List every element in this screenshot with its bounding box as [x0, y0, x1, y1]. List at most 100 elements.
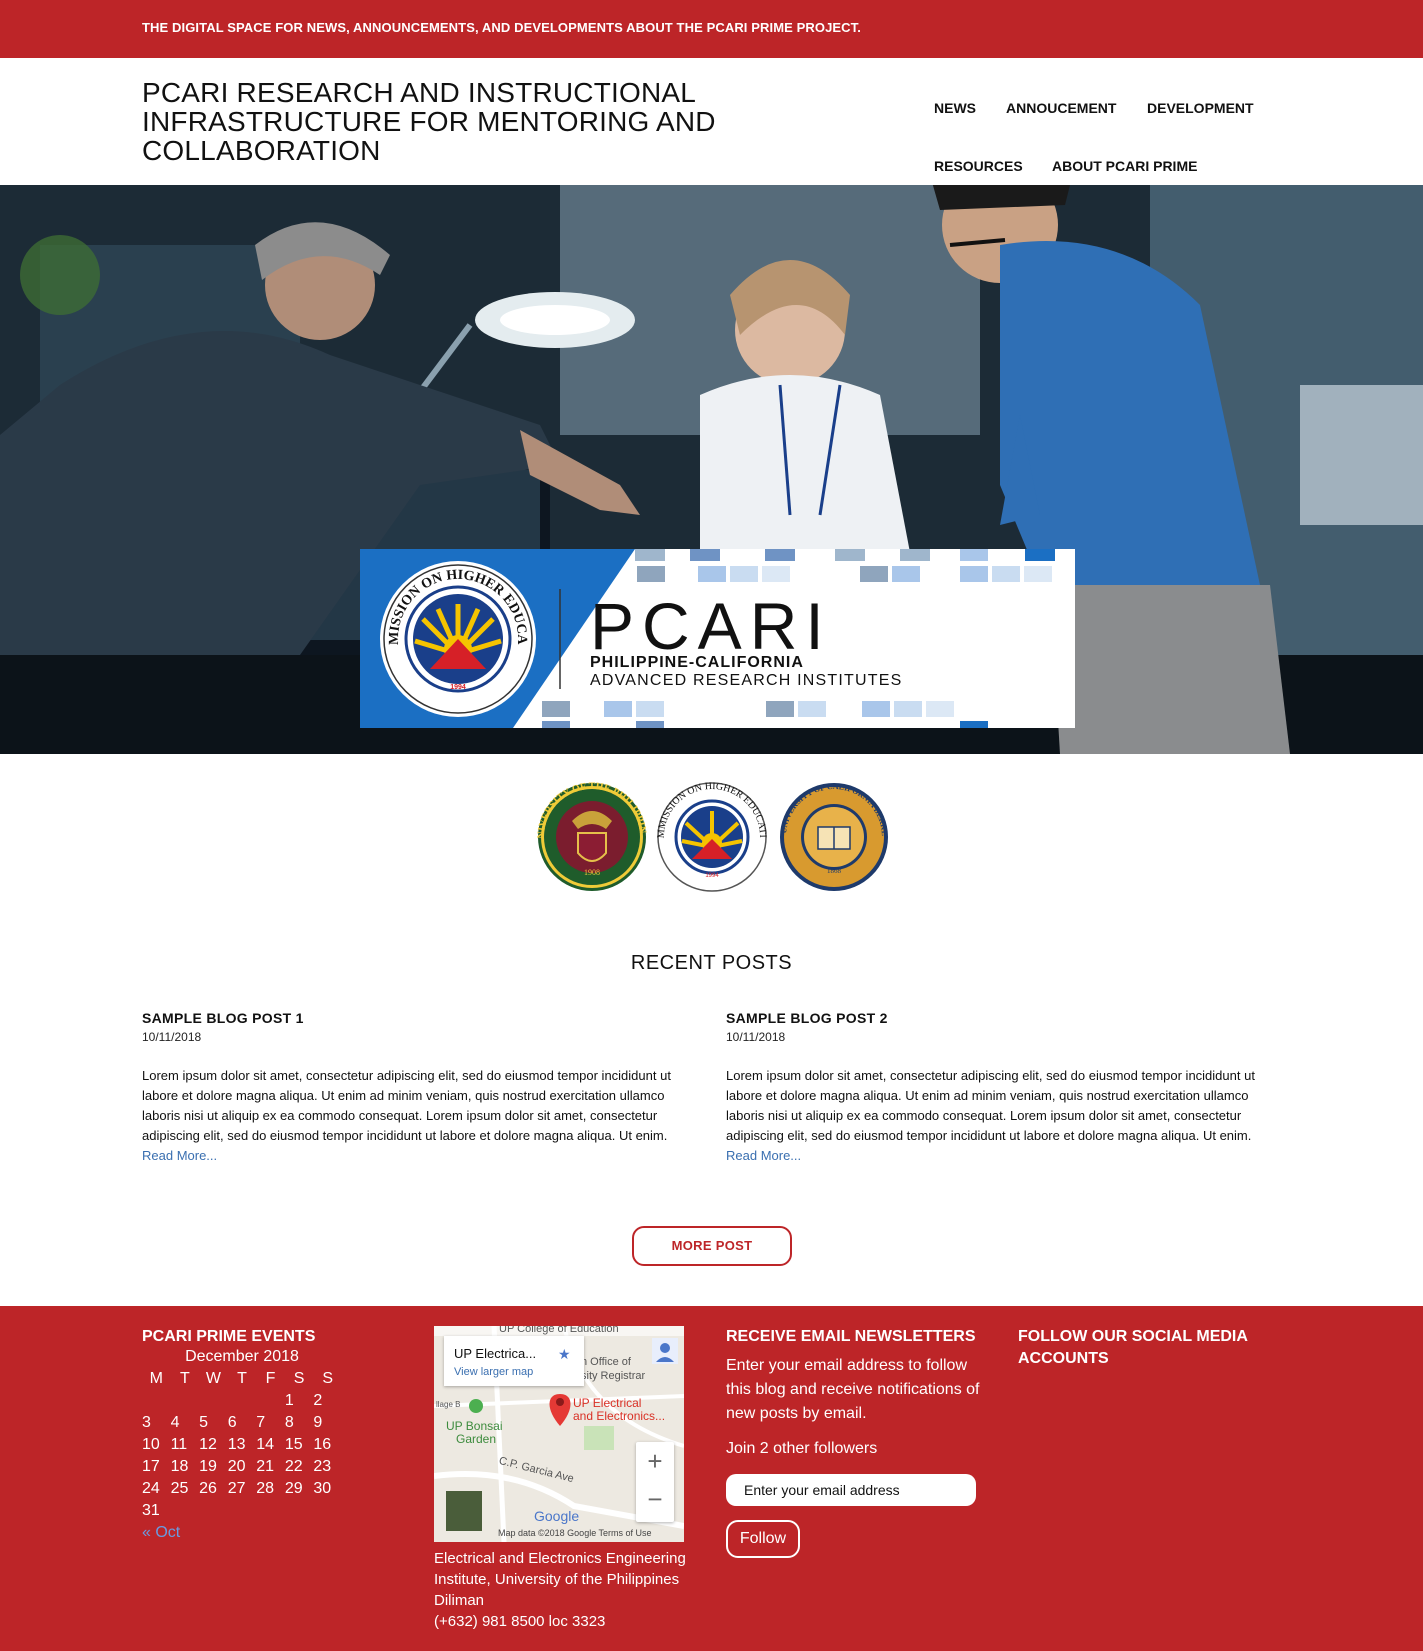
weekday-label: S — [322, 1370, 334, 1387]
site-header: PCARI RESEARCH AND INSTRUCTIONAL INFRAST… — [0, 58, 1423, 185]
map-zoom-control: + − — [636, 1442, 674, 1522]
pcari-line1: PHILIPPINE-CALIFORNIA — [590, 654, 804, 671]
calendar-day: 8 — [284, 1414, 294, 1431]
calendar-day: 24 — [142, 1480, 160, 1497]
calendar-day: 14 — [256, 1436, 275, 1453]
map-place-card: UP Electrica... ★ View larger map — [444, 1336, 584, 1386]
calendar-day: 18 — [170, 1458, 189, 1475]
calendar-day: 2 — [313, 1392, 323, 1409]
calendar-day: 29 — [284, 1480, 303, 1497]
social-heading: FOLLOW OUR SOCIAL MEDIA ACCOUNTS — [1018, 1328, 1248, 1367]
post-date: 10/11/2018 — [726, 1030, 786, 1044]
calendar-day: 26 — [199, 1480, 217, 1497]
view-larger-map-link[interactable]: View larger map — [454, 1366, 533, 1378]
calendar-month: December 2018 — [185, 1348, 299, 1365]
pcari-wordmark: PCARI — [590, 589, 832, 663]
address-text: Electrical and Electronics Engineering I… — [434, 1550, 686, 1609]
calendar-grid: M T W T F S S 1 2 3 4 5 6 7 8 9 10 11 12… — [142, 1368, 342, 1522]
post-date: 10/11/2018 — [142, 1030, 202, 1044]
map-pin-label: and Electronics... — [573, 1409, 666, 1423]
weekday-label: M — [149, 1370, 163, 1387]
pcari-line2: ADVANCED RESEARCH INSTITUTES — [590, 672, 902, 689]
calendar-day: 9 — [313, 1414, 323, 1431]
calendar-day — [228, 1390, 257, 1412]
google-logo: Google — [534, 1508, 580, 1524]
weekday-label: T — [237, 1370, 247, 1387]
email-input[interactable] — [726, 1474, 976, 1506]
calendar-day: 4 — [170, 1414, 180, 1431]
map-label: sity Registrar — [581, 1370, 646, 1382]
up-seal-icon: 1908 UNIVERSITY OF THE PHILIPPINES — [532, 773, 648, 891]
calendar-day — [256, 1390, 285, 1412]
calendar-day — [171, 1500, 200, 1522]
post-title[interactable]: SAMPLE BLOG POST 2 — [726, 1010, 1286, 1026]
nav-news[interactable]: NEWS — [934, 100, 976, 116]
calendar-day: 22 — [284, 1458, 303, 1475]
partner-seals: 1908 UNIVERSITY OF THE PHILIPPINES 1994 … — [532, 773, 889, 893]
calendar-day: 1 — [284, 1392, 294, 1409]
newsletter-description: Enter your email address to follow this … — [726, 1357, 980, 1422]
pcari-logo-graphic: 1994 COMMISSION ON HIGHER EDUCATION PCAR… — [360, 549, 1075, 728]
star-icon[interactable]: ★ — [558, 1346, 571, 1363]
zoom-out-button[interactable]: − — [636, 1484, 674, 1515]
site-title[interactable]: PCARI RESEARCH AND INSTRUCTIONAL INFRAST… — [142, 78, 762, 165]
read-more-link[interactable]: Read More... — [726, 1148, 801, 1163]
calendar-day — [171, 1390, 200, 1412]
calendar-day: 30 — [313, 1480, 332, 1497]
follow-button[interactable]: Follow — [726, 1520, 800, 1558]
events-widget: PCARI PRIME EVENTS December 2018 M T W T… — [142, 1326, 362, 1542]
map-label: llage B — [436, 1400, 461, 1409]
newsletter-heading: RECEIVE EMAIL NEWSLETTERS — [726, 1328, 976, 1345]
svg-text:1994: 1994 — [450, 684, 466, 691]
calendar-day — [142, 1390, 171, 1412]
newsletter-widget: RECEIVE EMAIL NEWSLETTERS Enter your ema… — [726, 1326, 996, 1558]
calendar-day: 12 — [199, 1436, 217, 1453]
calendar-day: 28 — [256, 1480, 275, 1497]
read-more-link[interactable]: Read More... — [142, 1148, 217, 1163]
embedded-map[interactable]: UP College of Education n Office of sity… — [434, 1326, 684, 1542]
social-widget: FOLLOW OUR SOCIAL MEDIA ACCOUNTS — [1018, 1326, 1268, 1370]
calendar-day — [199, 1390, 228, 1412]
blog-post-card: SAMPLE BLOG POST 2 10/11/2018 Lorem ipsu… — [726, 1010, 1286, 1166]
site-tagline: THE DIGITAL SPACE FOR NEWS, ANNOUNCEMENT… — [142, 20, 861, 35]
calendar-day: 21 — [256, 1458, 275, 1475]
calendar-day — [313, 1500, 342, 1522]
seal-logos: 1908 UNIVERSITY OF THE PHILIPPINES 1994 … — [532, 773, 889, 892]
site-footer: PCARI PRIME EVENTS December 2018 M T W T… — [0, 1306, 1423, 1651]
map-attribution[interactable]: Map data ©2018 Google Terms of Use — [498, 1528, 652, 1538]
zoom-in-button[interactable]: + — [636, 1446, 674, 1477]
calendar-day: 23 — [313, 1458, 332, 1475]
map-place-name: UP Electrica... — [454, 1346, 537, 1361]
contact-address: Electrical and Electronics Engineering I… — [434, 1548, 694, 1632]
top-banner: THE DIGITAL SPACE FOR NEWS, ANNOUNCEMENT… — [0, 0, 1423, 58]
weekday-label: S — [293, 1370, 305, 1387]
events-heading: PCARI PRIME EVENTS — [142, 1328, 316, 1345]
calendar-day: 15 — [284, 1436, 303, 1453]
calendar-day — [228, 1500, 257, 1522]
calendar-day: 10 — [142, 1436, 160, 1453]
nav-annoucement[interactable]: ANNOUCEMENT — [1006, 100, 1116, 116]
calendar-day — [256, 1500, 285, 1522]
calendar-day: 20 — [227, 1458, 246, 1475]
calendar-day: 3 — [142, 1414, 151, 1431]
post-title[interactable]: SAMPLE BLOG POST 1 — [142, 1010, 702, 1026]
recent-posts-heading: RECENT POSTS — [630, 952, 793, 974]
nav-development[interactable]: DEVELOPMENT — [1147, 100, 1254, 116]
calendar-prev-month-link[interactable]: « Oct — [142, 1524, 362, 1542]
calendar-day: 13 — [227, 1436, 246, 1453]
post-excerpt: Lorem ipsum dolor sit amet, consectetur … — [726, 1066, 1286, 1166]
map-label: UP College of Education — [499, 1326, 619, 1335]
blog-post-card: SAMPLE BLOG POST 1 10/11/2018 Lorem ipsu… — [142, 1010, 702, 1166]
calendar-day — [285, 1500, 314, 1522]
more-post-button[interactable]: MORE POST — [632, 1226, 792, 1266]
calendar-day: 11 — [170, 1436, 188, 1453]
map-label: Garden — [456, 1432, 497, 1446]
calendar-day: 17 — [142, 1458, 160, 1475]
follower-count: Join 2 other followers — [726, 1440, 878, 1457]
nav-resources[interactable]: RESOURCES — [934, 158, 1023, 174]
post-excerpt-text: Lorem ipsum dolor sit amet, consectetur … — [726, 1068, 1255, 1143]
calendar-day: 5 — [199, 1414, 209, 1431]
nav-about-pcari-prime[interactable]: ABOUT PCARI PRIME — [1052, 158, 1197, 174]
calendar-day: 25 — [170, 1480, 189, 1497]
post-excerpt-text: Lorem ipsum dolor sit amet, consectetur … — [142, 1068, 671, 1143]
